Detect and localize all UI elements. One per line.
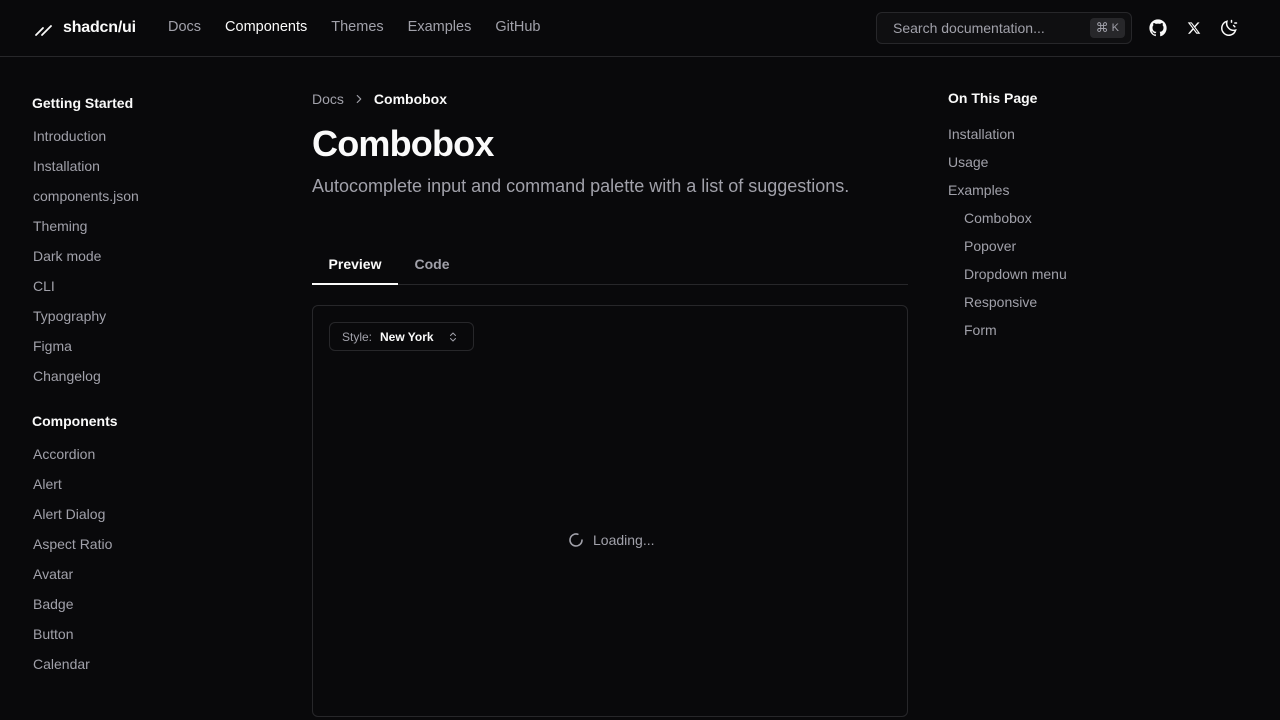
breadcrumb-current: Combobox: [373, 91, 448, 107]
toc-item-popover[interactable]: Popover: [964, 238, 1016, 254]
loading-text: Loading...: [593, 532, 655, 548]
brand-link[interactable]: shadcn/ui: [33, 18, 136, 38]
search-placeholder: Search documentation...: [893, 20, 1045, 36]
nav-examples[interactable]: Examples: [408, 19, 472, 35]
search-button[interactable]: Search documentation... ⌘ K: [876, 12, 1132, 44]
preview-code-tabs: Preview Code: [312, 244, 908, 285]
sidebar-item-figma[interactable]: Figma: [33, 338, 72, 354]
nav-components[interactable]: Components: [225, 19, 307, 35]
sidebar-item-badge[interactable]: Badge: [33, 596, 73, 612]
sidebar-item-changelog[interactable]: Changelog: [33, 368, 101, 384]
toc-item-usage[interactable]: Usage: [948, 154, 988, 170]
toc-item-combobox[interactable]: Combobox: [964, 210, 1032, 226]
search-shortcut: ⌘ K: [1089, 18, 1125, 38]
sidebar-item-typography[interactable]: Typography: [33, 308, 106, 324]
style-select-label: Style:: [342, 329, 373, 344]
chevrons-up-down-icon: [450, 332, 456, 342]
toc-item-installation[interactable]: Installation: [948, 126, 1015, 142]
sidebar-item-components-json[interactable]: components.json: [33, 188, 139, 204]
breadcrumb-docs[interactable]: Docs: [312, 91, 344, 107]
command-key: ⌘: [1095, 20, 1109, 35]
github-link[interactable]: [1148, 18, 1168, 38]
sidebar-item-introduction[interactable]: Introduction: [33, 128, 106, 144]
site-header: shadcn/ui Docs Components Themes Example…: [0, 0, 1280, 57]
k-key: K: [1111, 22, 1119, 34]
brand-name: shadcn/ui: [63, 19, 136, 36]
tab-preview[interactable]: Preview: [312, 244, 398, 285]
x-link[interactable]: [1184, 18, 1204, 38]
style-select[interactable]: Style: New York: [329, 322, 474, 351]
toc-item-dropdown-menu[interactable]: Dropdown menu: [964, 266, 1067, 282]
logo-icon: [35, 25, 52, 36]
chevron-right-icon: [352, 92, 366, 106]
sidebar-item-button[interactable]: Button: [33, 626, 73, 642]
page-description: Autocomplete input and command palette w…: [312, 176, 850, 196]
sidebar-item-dark-mode[interactable]: Dark mode: [33, 248, 101, 264]
nav-themes[interactable]: Themes: [331, 19, 383, 35]
nav-github[interactable]: GitHub: [495, 19, 540, 35]
toc-item-examples[interactable]: Examples: [948, 182, 1009, 198]
spinner-icon: [569, 533, 583, 547]
github-icon: [1149, 19, 1167, 37]
sidebar-item-cli[interactable]: CLI: [33, 278, 55, 294]
docs-sidebar: Getting Started Introduction Installatio…: [0, 57, 280, 720]
theme-toggle-icon: [1221, 19, 1238, 36]
page-title: Combobox: [312, 123, 494, 164]
sidebar-section-components: Components: [32, 413, 118, 429]
sidebar-item-calendar[interactable]: Calendar: [33, 656, 90, 672]
style-select-value: New York: [380, 329, 434, 344]
component-preview: Style: New York Loading...: [312, 305, 908, 717]
sidebar-item-accordion[interactable]: Accordion: [33, 446, 95, 462]
sidebar-item-installation[interactable]: Installation: [33, 158, 100, 174]
loading-indicator: Loading...: [568, 532, 655, 548]
sidebar-item-alert[interactable]: Alert: [33, 476, 62, 492]
main-nav: Docs Components Themes Examples GitHub: [168, 19, 540, 35]
x-icon: [1187, 22, 1201, 34]
toc-item-responsive[interactable]: Responsive: [964, 294, 1037, 310]
sidebar-item-alert-dialog[interactable]: Alert Dialog: [33, 506, 105, 522]
theme-toggle-button[interactable]: [1219, 18, 1239, 38]
toc-title: On This Page: [948, 90, 1038, 106]
breadcrumb: Docs Combobox: [312, 91, 447, 107]
toc-item-form[interactable]: Form: [964, 322, 997, 338]
nav-docs[interactable]: Docs: [168, 19, 201, 35]
sidebar-item-avatar[interactable]: Avatar: [33, 566, 73, 582]
sidebar-item-aspect-ratio[interactable]: Aspect Ratio: [33, 536, 112, 552]
sidebar-section-getting-started: Getting Started: [32, 95, 134, 111]
tab-code[interactable]: Code: [406, 244, 458, 285]
sidebar-item-theming[interactable]: Theming: [33, 218, 87, 234]
